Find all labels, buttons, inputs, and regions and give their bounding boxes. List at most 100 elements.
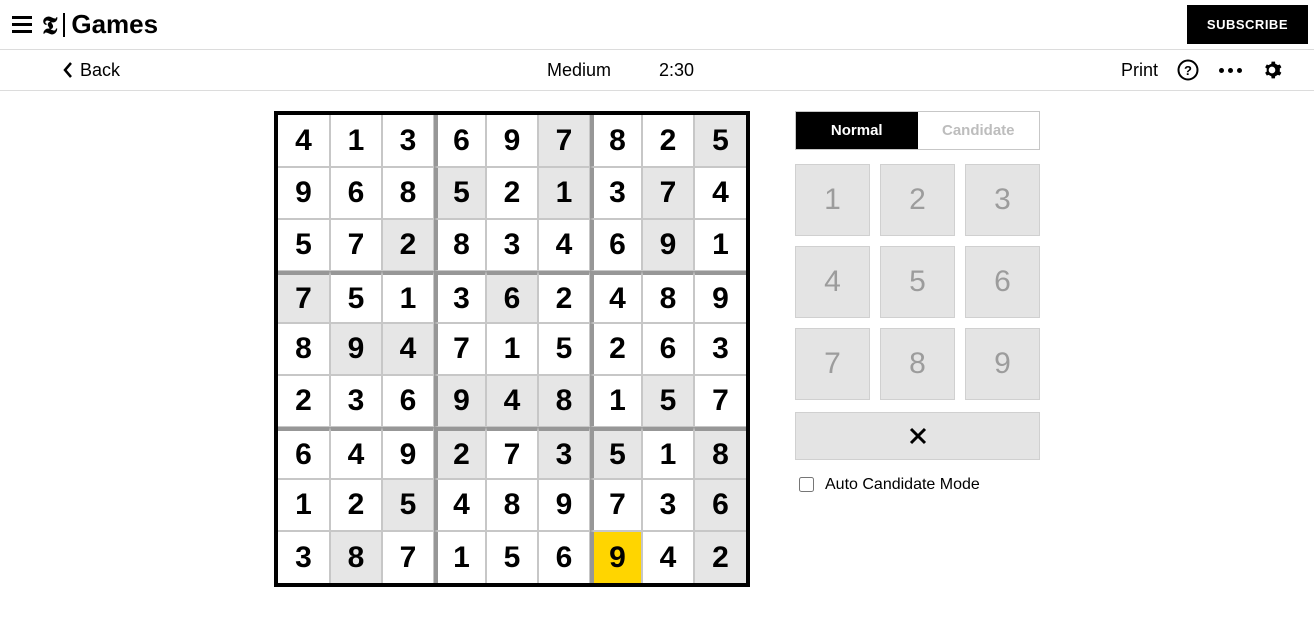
keypad-7[interactable]: 7 (795, 328, 870, 400)
cell-r3-c7[interactable]: 8 (642, 271, 694, 323)
cell-r5-c5[interactable]: 8 (538, 375, 590, 427)
cell-r4-c6[interactable]: 2 (590, 323, 642, 375)
cell-r5-c2[interactable]: 6 (382, 375, 434, 427)
cell-r4-c2[interactable]: 4 (382, 323, 434, 375)
cell-r1-c1[interactable]: 6 (330, 167, 382, 219)
cell-r2-c6[interactable]: 6 (590, 219, 642, 271)
cell-r8-c6[interactable]: 9 (590, 531, 642, 583)
cell-r4-c1[interactable]: 9 (330, 323, 382, 375)
cell-r7-c8[interactable]: 6 (694, 479, 746, 531)
cell-r5-c1[interactable]: 3 (330, 375, 382, 427)
cell-r1-c3[interactable]: 5 (434, 167, 486, 219)
keypad-8[interactable]: 8 (880, 328, 955, 400)
cell-r8-c0[interactable]: 3 (278, 531, 330, 583)
mode-candidate-button[interactable]: Candidate (918, 112, 1040, 149)
cell-r6-c5[interactable]: 3 (538, 427, 590, 479)
cell-r0-c1[interactable]: 1 (330, 115, 382, 167)
cell-r0-c8[interactable]: 5 (694, 115, 746, 167)
subscribe-button[interactable]: SUBSCRIBE (1187, 5, 1308, 44)
cell-r3-c2[interactable]: 1 (382, 271, 434, 323)
cell-r1-c2[interactable]: 8 (382, 167, 434, 219)
cell-r0-c0[interactable]: 4 (278, 115, 330, 167)
cell-r5-c7[interactable]: 5 (642, 375, 694, 427)
keypad-5[interactable]: 5 (880, 246, 955, 318)
cell-r4-c7[interactable]: 6 (642, 323, 694, 375)
cell-r2-c4[interactable]: 3 (486, 219, 538, 271)
cell-r2-c5[interactable]: 4 (538, 219, 590, 271)
cell-r8-c7[interactable]: 4 (642, 531, 694, 583)
cell-r6-c3[interactable]: 2 (434, 427, 486, 479)
cell-r7-c3[interactable]: 4 (434, 479, 486, 531)
cell-r0-c7[interactable]: 2 (642, 115, 694, 167)
cell-r8-c8[interactable]: 2 (694, 531, 746, 583)
cell-r6-c8[interactable]: 8 (694, 427, 746, 479)
cell-r8-c4[interactable]: 5 (486, 531, 538, 583)
delete-button[interactable] (795, 412, 1040, 460)
cell-r7-c1[interactable]: 2 (330, 479, 382, 531)
settings-button[interactable] (1260, 58, 1284, 82)
cell-r7-c5[interactable]: 9 (538, 479, 590, 531)
cell-r3-c4[interactable]: 6 (486, 271, 538, 323)
keypad-6[interactable]: 6 (965, 246, 1040, 318)
keypad-9[interactable]: 9 (965, 328, 1040, 400)
cell-r4-c8[interactable]: 3 (694, 323, 746, 375)
cell-r6-c1[interactable]: 4 (330, 427, 382, 479)
cell-r1-c4[interactable]: 2 (486, 167, 538, 219)
cell-r1-c0[interactable]: 9 (278, 167, 330, 219)
cell-r5-c8[interactable]: 7 (694, 375, 746, 427)
keypad-4[interactable]: 4 (795, 246, 870, 318)
cell-r2-c8[interactable]: 1 (694, 219, 746, 271)
cell-r7-c6[interactable]: 7 (590, 479, 642, 531)
print-button[interactable]: Print (1121, 60, 1158, 81)
cell-r0-c3[interactable]: 6 (434, 115, 486, 167)
cell-r0-c5[interactable]: 7 (538, 115, 590, 167)
cell-r4-c3[interactable]: 7 (434, 323, 486, 375)
cell-r0-c2[interactable]: 3 (382, 115, 434, 167)
cell-r6-c7[interactable]: 1 (642, 427, 694, 479)
keypad-3[interactable]: 3 (965, 164, 1040, 236)
cell-r3-c8[interactable]: 9 (694, 271, 746, 323)
cell-r8-c2[interactable]: 7 (382, 531, 434, 583)
cell-r5-c0[interactable]: 2 (278, 375, 330, 427)
back-button[interactable]: Back (62, 60, 120, 81)
help-button[interactable]: ? (1176, 58, 1200, 82)
cell-r3-c0[interactable]: 7 (278, 271, 330, 323)
cell-r0-c6[interactable]: 8 (590, 115, 642, 167)
cell-r6-c0[interactable]: 6 (278, 427, 330, 479)
cell-r1-c8[interactable]: 4 (694, 167, 746, 219)
cell-r2-c0[interactable]: 5 (278, 219, 330, 271)
cell-r3-c6[interactable]: 4 (590, 271, 642, 323)
auto-candidate-toggle[interactable]: Auto Candidate Mode (795, 474, 1040, 495)
cell-r3-c3[interactable]: 3 (434, 271, 486, 323)
cell-r2-c1[interactable]: 7 (330, 219, 382, 271)
cell-r8-c5[interactable]: 6 (538, 531, 590, 583)
cell-r2-c2[interactable]: 2 (382, 219, 434, 271)
more-button[interactable] (1218, 58, 1242, 82)
cell-r4-c4[interactable]: 1 (486, 323, 538, 375)
cell-r3-c1[interactable]: 5 (330, 271, 382, 323)
keypad-1[interactable]: 1 (795, 164, 870, 236)
cell-r5-c3[interactable]: 9 (434, 375, 486, 427)
cell-r7-c4[interactable]: 8 (486, 479, 538, 531)
cell-r4-c5[interactable]: 5 (538, 323, 590, 375)
cell-r7-c0[interactable]: 1 (278, 479, 330, 531)
cell-r2-c3[interactable]: 8 (434, 219, 486, 271)
cell-r7-c2[interactable]: 5 (382, 479, 434, 531)
cell-r8-c1[interactable]: 8 (330, 531, 382, 583)
cell-r6-c2[interactable]: 9 (382, 427, 434, 479)
cell-r5-c6[interactable]: 1 (590, 375, 642, 427)
cell-r6-c6[interactable]: 5 (590, 427, 642, 479)
cell-r7-c7[interactable]: 3 (642, 479, 694, 531)
keypad-2[interactable]: 2 (880, 164, 955, 236)
cell-r1-c6[interactable]: 3 (590, 167, 642, 219)
cell-r6-c4[interactable]: 7 (486, 427, 538, 479)
cell-r2-c7[interactable]: 9 (642, 219, 694, 271)
brand-logo[interactable]: 𝕿 Games (42, 8, 158, 41)
cell-r1-c5[interactable]: 1 (538, 167, 590, 219)
cell-r4-c0[interactable]: 8 (278, 323, 330, 375)
cell-r8-c3[interactable]: 1 (434, 531, 486, 583)
menu-icon[interactable] (12, 16, 32, 33)
cell-r0-c4[interactable]: 9 (486, 115, 538, 167)
auto-candidate-checkbox[interactable] (799, 477, 814, 492)
cell-r5-c4[interactable]: 4 (486, 375, 538, 427)
